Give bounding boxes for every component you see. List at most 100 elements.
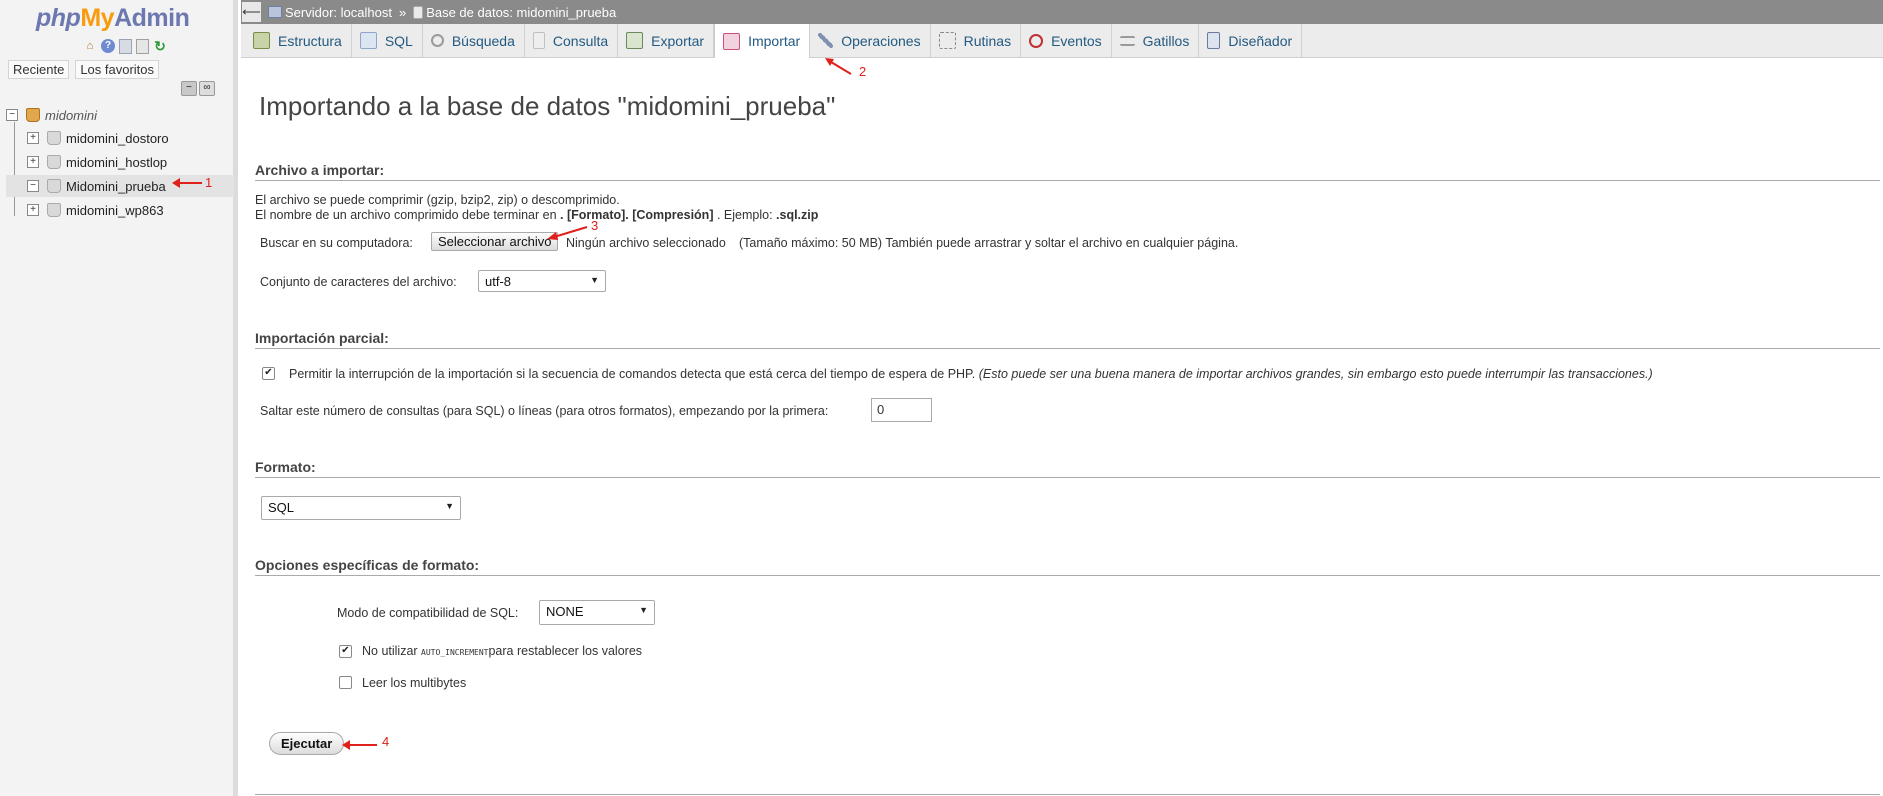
no-auto-increment-checkbox[interactable]: ✔	[339, 645, 352, 658]
compat-value: NONE	[546, 604, 584, 619]
tree-item-label: midomini_hostlop	[66, 154, 168, 170]
logo-my: My	[80, 4, 115, 32]
tab-label: Operaciones	[841, 32, 921, 49]
navigation-sidebar: phpMyAdmin ⌂ ? ↻ Reciente Los favoritos …	[0, 0, 238, 796]
tab-eventos[interactable]: Eventos	[1021, 24, 1112, 57]
tree-item-label: midomini_wp863	[66, 202, 164, 218]
collapse-all-icon[interactable]: −	[181, 81, 197, 96]
compat-select[interactable]: NONE	[539, 600, 655, 625]
tab-gatillos[interactable]: Gatillos	[1112, 24, 1200, 57]
expand-icon[interactable]: +	[27, 204, 39, 216]
annotation-arrow-1	[172, 178, 202, 188]
breadcrumb-database[interactable]: Base de datos: midomini_prueba	[413, 5, 616, 20]
interrupt-text: Permitir la interrupción de la importaci…	[289, 367, 976, 381]
annotation-label-3: 3	[591, 218, 599, 233]
phpmyadmin-logo[interactable]: phpMyAdmin	[36, 4, 190, 33]
designer-icon	[1207, 32, 1221, 49]
logo-php: php	[36, 4, 81, 32]
reload-icon[interactable]: ↻	[153, 39, 167, 53]
tab-label: Diseñador	[1228, 32, 1293, 49]
multibyte-checkbox[interactable]	[339, 676, 352, 689]
expand-icon[interactable]: +	[27, 132, 39, 144]
sidebar-tabs: Reciente Los favoritos	[8, 60, 160, 79]
clock-icon	[1029, 33, 1044, 48]
link-icon[interactable]: ∞	[199, 81, 215, 96]
info-text: . Ejemplo:	[713, 208, 777, 222]
collapse-icon[interactable]: −	[6, 109, 18, 121]
tree-item-midomini-dostoro[interactable]: + midomini_dostoro	[6, 127, 234, 149]
tab-label: Importar	[748, 33, 801, 49]
tab-rutinas[interactable]: Rutinas	[931, 24, 1022, 57]
select-file-button[interactable]: Seleccionar archivo	[431, 232, 559, 251]
interrupt-note: (Esto puede ser una buena manera de impo…	[978, 367, 1653, 381]
home-icon[interactable]: ⌂	[83, 39, 97, 53]
tab-label: SQL	[384, 32, 413, 49]
no-auto-text: para restablecer los valores	[488, 644, 643, 658]
tab-label: Estructura	[278, 32, 342, 49]
collapse-icon[interactable]: −	[27, 180, 39, 192]
annotation-label-1: 1	[205, 175, 213, 190]
compressed-name-info: El nombre de un archivo comprimido debe …	[255, 208, 818, 222]
tab-busqueda[interactable]: Búsqueda	[423, 24, 525, 57]
docs-icon[interactable]	[119, 39, 132, 54]
skip-queries-input[interactable]: 0	[871, 398, 932, 422]
sql-icon	[359, 32, 377, 49]
routines-icon	[938, 32, 956, 49]
back-arrow-icon[interactable]: ⟵	[242, 2, 261, 22]
tab-disenador[interactable]: Diseñador	[1199, 24, 1303, 57]
tree-controls: − ∞	[181, 81, 215, 96]
tab-label: Rutinas	[963, 32, 1012, 49]
sidebar-icon-bar: ⌂ ? ↻	[83, 39, 167, 54]
tab-operaciones[interactable]: Operaciones	[810, 24, 931, 57]
info-text: El nombre de un archivo comprimido debe …	[255, 208, 561, 222]
main-tabs: Estructura SQL Búsqueda Consulta Exporta…	[241, 24, 1883, 58]
tab-estructura[interactable]: Estructura	[245, 24, 352, 57]
copy-icon[interactable]	[136, 39, 149, 54]
tab-sql[interactable]: SQL	[352, 24, 423, 57]
tab-label: Exportar	[651, 32, 705, 49]
tab-importar[interactable]: Importar	[714, 24, 811, 58]
tree-item-midomini-wp863[interactable]: + midomini_wp863	[6, 199, 234, 221]
tab-label: Gatillos	[1142, 32, 1190, 49]
annotation-arrow-4	[342, 740, 377, 750]
breadcrumb-server-label: Servidor: localhost	[285, 4, 392, 20]
favorites-tab[interactable]: Los favoritos	[75, 60, 160, 79]
breadcrumb-separator: »	[398, 4, 407, 20]
logo-admin: Admin	[114, 4, 190, 32]
database-icon	[47, 155, 61, 169]
execute-button[interactable]: Ejecutar	[269, 732, 345, 755]
format-value: SQL	[268, 500, 295, 515]
tab-label: Eventos	[1051, 32, 1102, 49]
tree-item-label: Midomini_prueba	[66, 178, 166, 194]
server-icon	[268, 6, 282, 18]
tab-exportar[interactable]: Exportar	[618, 24, 715, 57]
charset-value: utf-8	[485, 274, 512, 289]
browse-label: Buscar en su computadora:	[260, 236, 413, 250]
compat-label: Modo de compatibilidad de SQL:	[337, 606, 519, 620]
tree-item-midomini-hostlop[interactable]: + midomini_hostlop	[6, 151, 234, 173]
page-title: Importando a la base de datos "midomini_…	[259, 91, 836, 121]
skip-label: Saltar este número de consultas (para SQ…	[260, 404, 829, 418]
tab-consulta[interactable]: Consulta	[525, 24, 619, 57]
max-size-info: (Tamaño máximo: 50 MB) También puede arr…	[739, 236, 1239, 250]
charset-label: Conjunto de caracteres del archivo:	[260, 275, 457, 289]
structure-icon	[253, 32, 270, 49]
tree-root[interactable]: − midomini	[6, 106, 234, 124]
tree-item-label: midomini_dostoro	[66, 130, 169, 146]
recent-tab[interactable]: Reciente	[8, 60, 70, 79]
import-icon	[723, 32, 741, 50]
format-section-title: Formato:	[255, 459, 1880, 478]
breadcrumb-server[interactable]: Servidor: localhost	[268, 5, 392, 20]
database-icon	[47, 179, 61, 193]
charset-select[interactable]: utf-8	[478, 270, 606, 292]
no-auto-increment-label: No utilizar AUTO_INCREMENTpara restablec…	[362, 644, 642, 658]
database-icon	[47, 131, 61, 145]
server-group-icon	[26, 108, 40, 122]
format-select[interactable]: SQL	[261, 496, 461, 520]
no-auto-text: No utilizar	[362, 644, 422, 658]
help-icon[interactable]: ?	[101, 39, 115, 53]
search-icon	[430, 34, 444, 47]
compression-info: El archivo se puede comprimir (gzip, bzi…	[255, 193, 620, 207]
allow-interrupt-checkbox[interactable]: ✔	[262, 367, 275, 380]
expand-icon[interactable]: +	[27, 156, 39, 168]
